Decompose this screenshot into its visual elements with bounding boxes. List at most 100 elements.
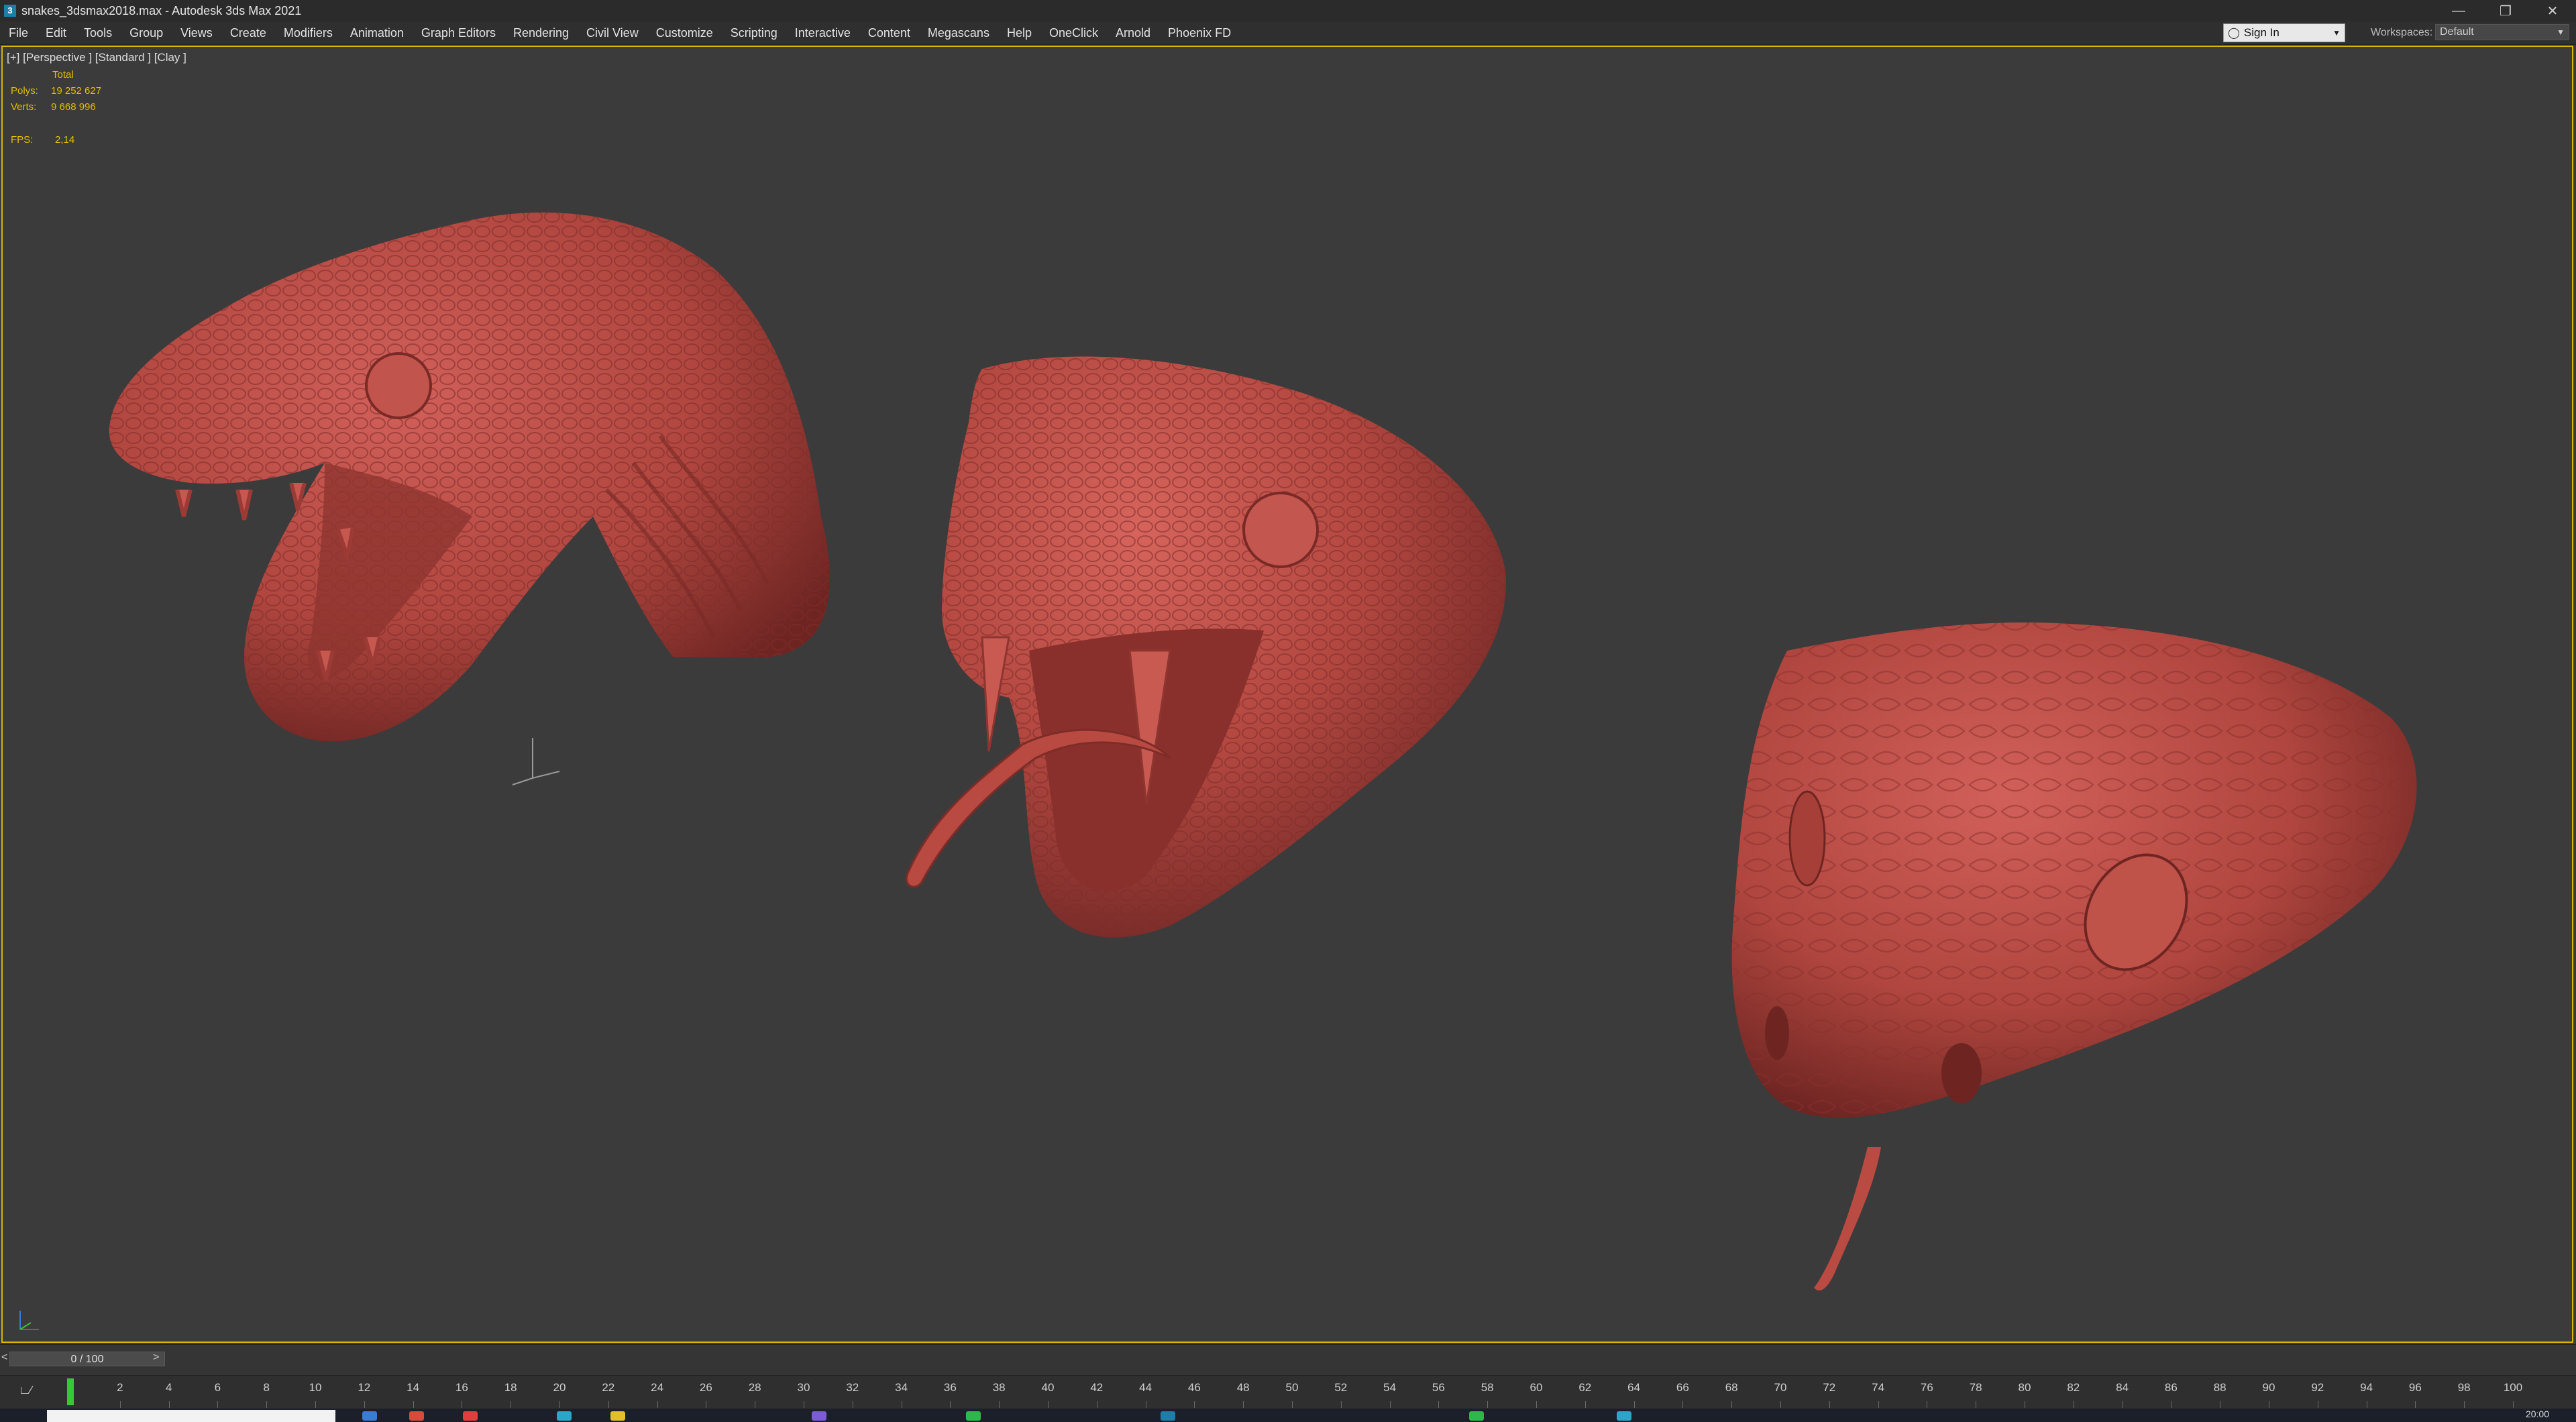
- frame-tick-label: 92: [2311, 1381, 2324, 1394]
- frame-tick-mark: [1878, 1401, 1879, 1408]
- frame-tick-label: 20: [553, 1381, 566, 1394]
- frame-tick-label: 36: [943, 1381, 957, 1394]
- frame-tick-mark: [1731, 1401, 1733, 1408]
- close-button[interactable]: ✕: [2529, 0, 2576, 21]
- frame-tick-label: 28: [748, 1381, 761, 1394]
- frame-tick-mark: [2464, 1401, 2465, 1408]
- workspaces-select[interactable]: Default ▼: [2435, 24, 2569, 40]
- menu-group[interactable]: Group: [121, 21, 172, 44]
- frame-tick-label: 78: [1969, 1381, 1982, 1394]
- frame-tick-mark: [2513, 1401, 2514, 1408]
- frame-tick-label: 6: [214, 1381, 221, 1394]
- frame-tick-label: 46: [1187, 1381, 1201, 1394]
- frame-tick-label: 70: [1774, 1381, 1787, 1394]
- taskbar-app-icon[interactable]: [966, 1411, 981, 1421]
- frame-tick-mark: [266, 1401, 268, 1408]
- menu-civil-view[interactable]: Civil View: [578, 21, 647, 44]
- frame-tick-label: 80: [2018, 1381, 2031, 1394]
- snake-head-right-model[interactable]: [1731, 622, 2417, 1291]
- menu-interactive[interactable]: Interactive: [786, 21, 859, 44]
- restore-button[interactable]: ❐: [2482, 0, 2529, 21]
- menu-tools[interactable]: Tools: [75, 21, 121, 44]
- frame-tick-label: 18: [504, 1381, 517, 1394]
- frame-tick-mark: [217, 1401, 219, 1408]
- frame-ruler: 2 4 6 8 10 12 14 16 18 20 22 24 26 28 30 32 34 36 38 40 42 44…: [71, 1376, 2522, 1409]
- menu-modifiers[interactable]: Modifiers: [275, 21, 341, 44]
- frame-tick-label: 32: [846, 1381, 859, 1394]
- curve-editor-toggle-icon[interactable]: ∟∕: [19, 1384, 32, 1397]
- time-slider[interactable]: 0 / 100: [9, 1352, 165, 1366]
- frame-tick-label: 82: [2067, 1381, 2080, 1394]
- taskbar-app-icon[interactable]: [362, 1411, 377, 1421]
- menu-help[interactable]: Help: [998, 21, 1040, 44]
- frame-tick-label: 2: [117, 1381, 123, 1394]
- verts-value: 9 668 996: [51, 101, 96, 113]
- frame-tick-label: 56: [1432, 1381, 1445, 1394]
- menu-arnold[interactable]: Arnold: [1107, 21, 1159, 44]
- chevron-down-icon: ▼: [2557, 28, 2565, 37]
- menu-content[interactable]: Content: [859, 21, 919, 44]
- track-bar[interactable]: ∟∕ 2 4 6 8 10 12 14 16 18 20 22 24 26 28 30 32 34 36 38 40 4…: [0, 1375, 2576, 1409]
- frame-tick-label: 22: [602, 1381, 615, 1394]
- frame-tick-label: 16: [455, 1381, 468, 1394]
- taskbar-app-icon[interactable]: [1617, 1411, 1631, 1421]
- menu-create[interactable]: Create: [221, 21, 275, 44]
- menu-edit[interactable]: Edit: [37, 21, 75, 44]
- menu-graph-editors[interactable]: Graph Editors: [413, 21, 504, 44]
- frame-tick-label: 74: [1872, 1381, 1885, 1394]
- frame-tick-label: 94: [2360, 1381, 2373, 1394]
- restore-icon: ❐: [2500, 3, 2512, 19]
- prev-frame-button[interactable]: <: [1, 1352, 7, 1364]
- frame-tick-mark: [1780, 1401, 1781, 1408]
- next-frame-button[interactable]: >: [153, 1352, 159, 1364]
- taskbar-app-icon[interactable]: [812, 1411, 826, 1421]
- snake-head-center-model[interactable]: [906, 356, 1506, 938]
- menu-scripting[interactable]: Scripting: [722, 21, 786, 44]
- verts-label: Verts:: [11, 101, 37, 113]
- chevron-down-icon: ▼: [2332, 28, 2341, 38]
- frame-tick-mark: [364, 1401, 365, 1408]
- taskbar-app-icon[interactable]: [409, 1411, 424, 1421]
- frame-tick-label: 96: [2408, 1381, 2422, 1394]
- taskbar-app-icon[interactable]: [610, 1411, 625, 1421]
- frame-tick-mark: [2415, 1401, 2416, 1408]
- taskbar-app-icon[interactable]: [1469, 1411, 1484, 1421]
- frame-tick-mark: [1389, 1401, 1391, 1408]
- frame-tick-mark: [1243, 1401, 1244, 1408]
- minimize-button[interactable]: —: [2435, 0, 2482, 21]
- title-bar: 3 snakes_3dsmax2018.max - Autodesk 3ds M…: [0, 0, 2576, 21]
- polys-value: 19 252 627: [51, 85, 102, 97]
- menu-megascans[interactable]: Megascans: [919, 21, 998, 44]
- frame-tick-label: 54: [1383, 1381, 1397, 1394]
- taskbar-app-icon[interactable]: [463, 1411, 478, 1421]
- taskbar-app-icon[interactable]: [557, 1411, 572, 1421]
- menu-animation[interactable]: Animation: [341, 21, 413, 44]
- workspaces-label: Workspaces:: [2371, 27, 2433, 38]
- frame-tick-label: 100: [2503, 1381, 2523, 1394]
- frame-tick-label: 4: [165, 1381, 172, 1394]
- perspective-viewport[interactable]: [+] [Perspective ] [Standard ] [Clay ] T…: [1, 46, 2573, 1343]
- taskbar-search-box[interactable]: [47, 1410, 335, 1422]
- viewport-scene: [109, 212, 2417, 1291]
- transform-gizmo[interactable]: [512, 738, 560, 785]
- snake-head-left-model[interactable]: [109, 212, 830, 742]
- frame-tick-label: 50: [1285, 1381, 1299, 1394]
- frame-tick-mark: [1194, 1401, 1195, 1408]
- frame-tick-label: 8: [263, 1381, 270, 1394]
- viewport-label[interactable]: [+] [Perspective ] [Standard ] [Clay ]: [7, 51, 186, 64]
- menu-customize[interactable]: Customize: [647, 21, 722, 44]
- taskbar-3dsmax-icon[interactable]: [1161, 1411, 1175, 1421]
- 3dsmax-app-icon[interactable]: 3: [4, 5, 16, 17]
- frame-tick-label: 72: [1823, 1381, 1836, 1394]
- menu-phoenix-fd[interactable]: Phoenix FD: [1159, 21, 1240, 44]
- stats-header: Total: [52, 69, 74, 80]
- axis-tripod-icon: [19, 1311, 39, 1330]
- menu-views[interactable]: Views: [172, 21, 221, 44]
- sign-in-dropdown[interactable]: ◯ Sign In ▼: [2223, 23, 2345, 42]
- frame-tick-mark: [999, 1401, 1000, 1408]
- menu-oneclick[interactable]: OneClick: [1040, 21, 1107, 44]
- menu-rendering[interactable]: Rendering: [504, 21, 578, 44]
- menu-file[interactable]: File: [0, 21, 37, 44]
- fps-value: 2,14: [55, 134, 75, 146]
- frame-tick-label: 30: [797, 1381, 810, 1394]
